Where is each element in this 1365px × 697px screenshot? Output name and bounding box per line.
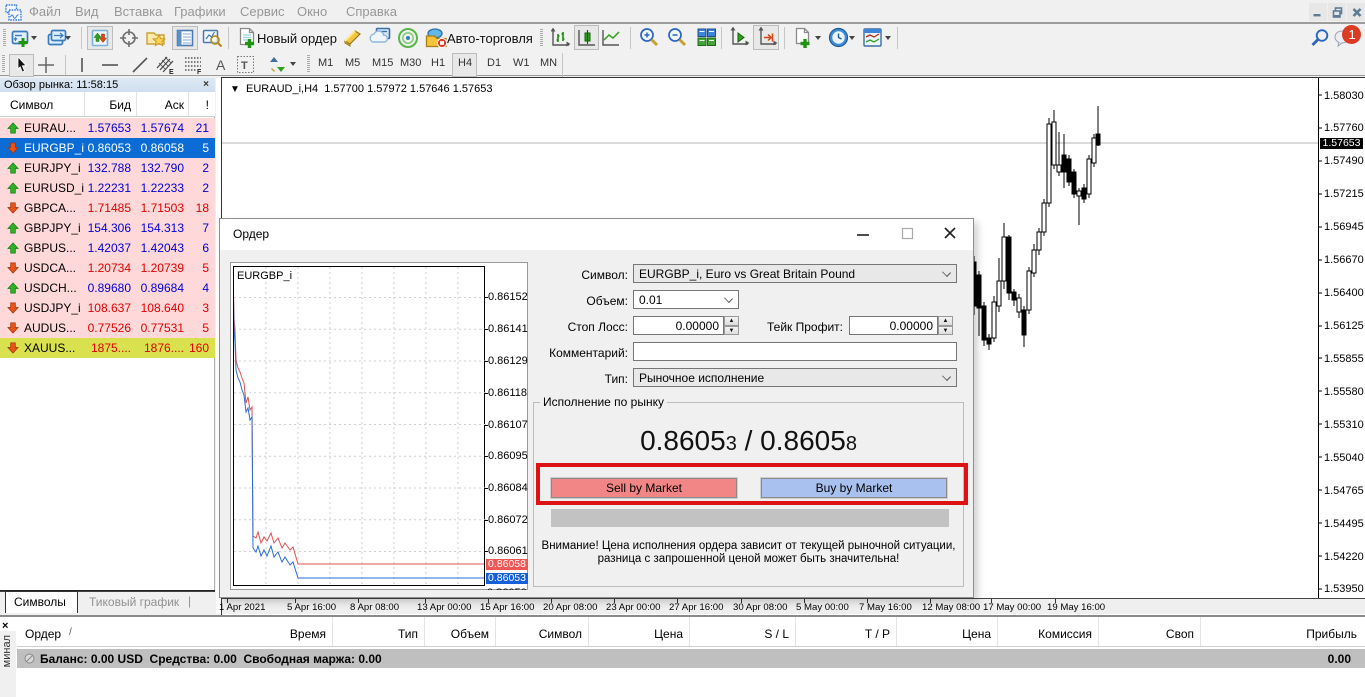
- svg-text:F: F: [197, 69, 202, 75]
- svg-text:E: E: [169, 69, 174, 75]
- svg-text:1: 1: [1349, 27, 1356, 42]
- svg-text:T: T: [241, 60, 248, 72]
